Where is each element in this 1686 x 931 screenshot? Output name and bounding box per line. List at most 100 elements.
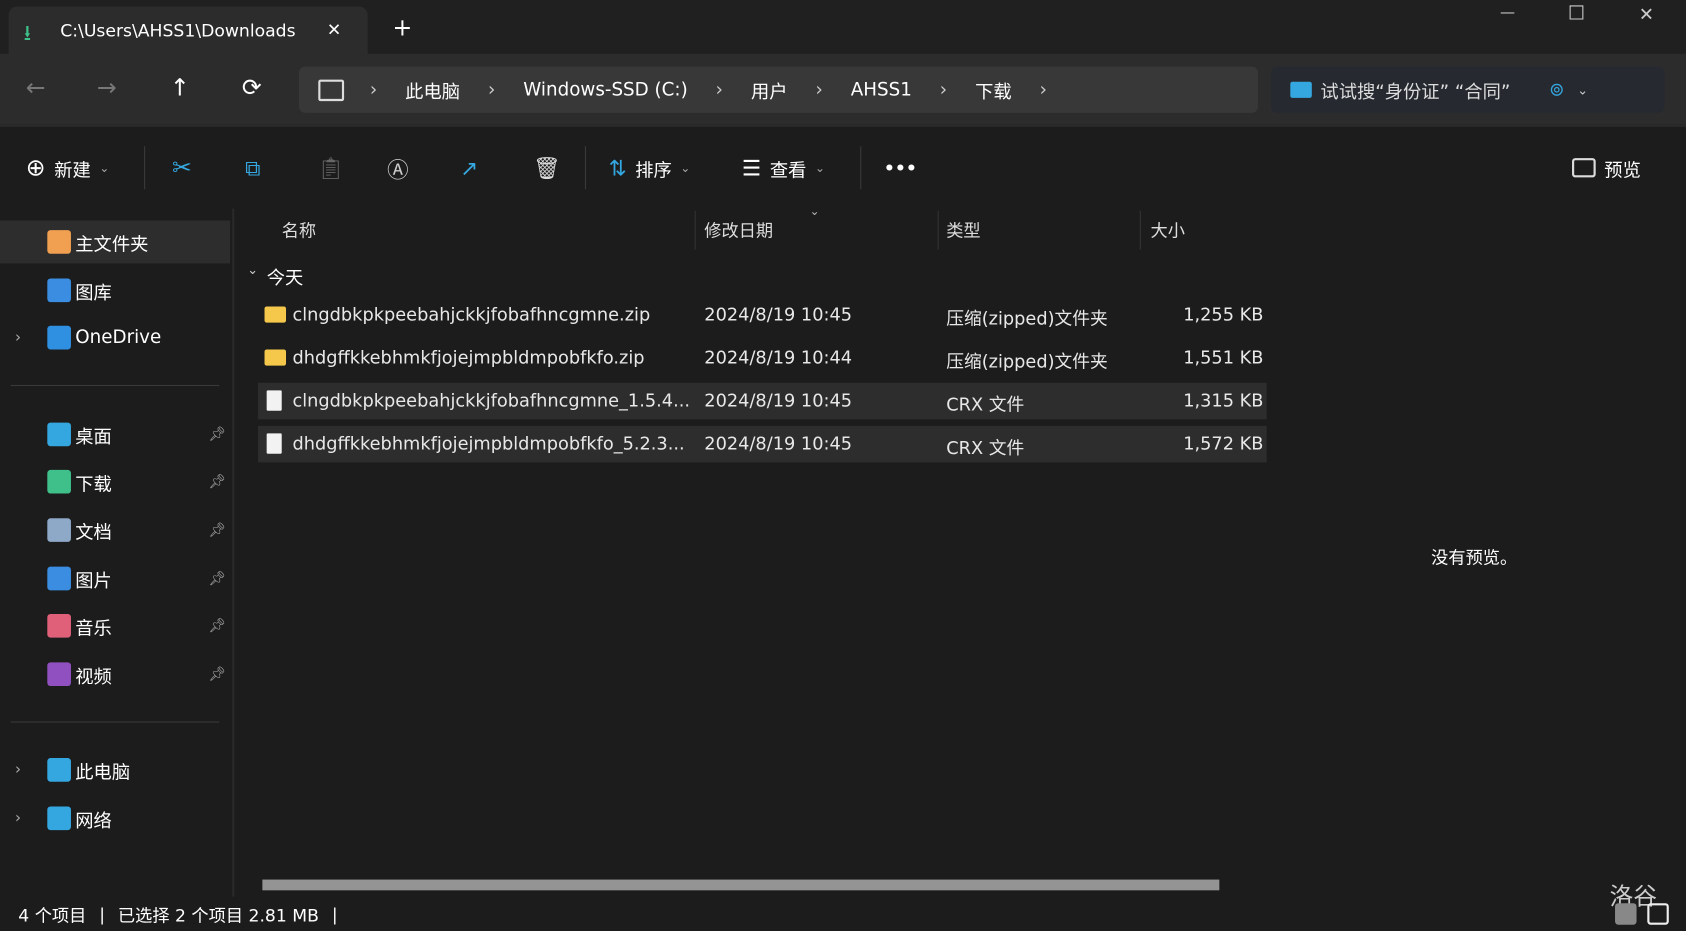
rename-icon[interactable]: Ⓐ bbox=[387, 151, 409, 185]
view-button[interactable]: ☰ 查看 ⌄ bbox=[742, 151, 825, 185]
chevron-icon: › bbox=[815, 79, 823, 101]
paste-icon[interactable]: 📋︎ bbox=[317, 151, 344, 185]
sidebar-item-this-pc[interactable]: › 此电脑 bbox=[0, 748, 230, 791]
file-name: clngdbkpkpeebahjckkjfobafhncgmne_1.5.4..… bbox=[292, 390, 690, 411]
sidebar-item-gallery[interactable]: 图库 bbox=[0, 269, 230, 312]
sidebar-item-onedrive[interactable]: › OneDrive bbox=[0, 316, 230, 359]
file-date: 2024/8/19 10:45 bbox=[704, 433, 853, 454]
expand-chevron-icon[interactable]: › bbox=[15, 810, 21, 827]
forward-button[interactable]: → bbox=[97, 75, 117, 102]
zip-folder-icon bbox=[264, 349, 287, 366]
pin-icon[interactable]: 📌︎ bbox=[209, 522, 227, 538]
plus-circle-icon: ⊕ bbox=[25, 154, 46, 182]
expand-chevron-icon[interactable]: › bbox=[15, 329, 21, 346]
delete-icon[interactable]: 🗑︎ bbox=[533, 151, 560, 185]
maximize-button[interactable]: ☐ bbox=[1568, 2, 1585, 25]
sort-indicator-icon: ⌄ bbox=[809, 204, 820, 219]
breadcrumb-user[interactable]: AHSS1 bbox=[851, 79, 912, 101]
more-options-button[interactable]: ••• bbox=[884, 151, 917, 185]
group-header-today[interactable]: ⌄ 今天 bbox=[247, 262, 303, 289]
sidebar-item-home[interactable]: 主文件夹 bbox=[0, 220, 231, 264]
breadcrumb-this-pc[interactable]: 此电脑 bbox=[405, 76, 460, 104]
sort-icon: ⇅ bbox=[608, 154, 627, 181]
download-icon: ⭳ bbox=[23, 19, 32, 46]
pictures-icon bbox=[47, 566, 71, 591]
breadcrumb-downloads[interactable]: 下载 bbox=[975, 76, 1012, 104]
file-icon bbox=[266, 433, 282, 454]
column-header-name[interactable]: 名称 bbox=[282, 209, 316, 250]
copy-icon[interactable]: ⧉ bbox=[245, 151, 260, 185]
gallery-icon bbox=[47, 278, 71, 303]
home-icon bbox=[47, 230, 71, 254]
file-name: dhdgffkkebhmkfjojejmpbldmpobfkfo.zip bbox=[292, 347, 645, 368]
chevron-icon: › bbox=[487, 79, 496, 101]
chevron-icon: › bbox=[1039, 79, 1047, 101]
pin-icon[interactable]: 📌︎ bbox=[209, 426, 227, 442]
chevron-icon: › bbox=[939, 79, 948, 101]
file-date: 2024/8/19 10:45 bbox=[704, 390, 853, 411]
preview-pane-button[interactable]: 预览 bbox=[1572, 151, 1641, 185]
pin-icon[interactable]: 📌︎ bbox=[209, 618, 227, 634]
videos-icon bbox=[47, 662, 71, 687]
search-box[interactable]: 试试搜“身份证” “合同” ⊚ ⌄ bbox=[1270, 66, 1665, 113]
pin-icon[interactable]: 📌︎ bbox=[209, 666, 227, 682]
close-tab-button[interactable]: ✕ bbox=[327, 19, 341, 39]
sidebar-item-download[interactable]: 下载 📌︎ bbox=[0, 460, 230, 503]
pin-icon[interactable]: 📌︎ bbox=[209, 570, 227, 586]
sidebar-item-desktop[interactable]: 桌面 📌︎ bbox=[0, 413, 230, 456]
sidebar-item-network[interactable]: › 网络 bbox=[0, 797, 230, 840]
up-button[interactable]: ↑ bbox=[170, 75, 190, 102]
sidebar-item-videos[interactable]: 视频 📌︎ bbox=[0, 653, 230, 696]
file-size: 1,572 KB bbox=[1183, 433, 1264, 454]
breadcrumb-drive[interactable]: Windows-SSD (C:) bbox=[523, 79, 687, 101]
chevron-down-icon[interactable]: ⌄ bbox=[1577, 82, 1588, 97]
network-icon bbox=[47, 806, 71, 831]
sidebar-item-documents[interactable]: 文档 📌︎ bbox=[0, 509, 230, 552]
column-header-date[interactable]: 修改日期 bbox=[704, 209, 773, 250]
minimize-button[interactable]: — bbox=[1500, 4, 1515, 21]
file-date: 2024/8/19 10:44 bbox=[704, 347, 853, 368]
download-icon bbox=[47, 469, 71, 494]
close-window-button[interactable]: ✕ bbox=[1639, 4, 1654, 26]
pin-icon[interactable]: 📌︎ bbox=[209, 474, 227, 490]
share-icon[interactable]: ↗ bbox=[460, 151, 478, 185]
details-view-icon[interactable] bbox=[1615, 903, 1637, 925]
chevron-icon: › bbox=[369, 79, 378, 101]
horizontal-scrollbar[interactable] bbox=[262, 879, 1220, 891]
refresh-button[interactable]: ⟳ bbox=[242, 75, 262, 102]
cut-icon[interactable]: ✂ bbox=[172, 151, 192, 185]
sidebar-item-music[interactable]: 音乐 📌︎ bbox=[0, 604, 230, 647]
file-type: 压缩(zipped)文件夹 bbox=[946, 351, 1108, 373]
file-type: 压缩(zipped)文件夹 bbox=[946, 308, 1108, 330]
new-button[interactable]: ⊕ 新建 ⌄ bbox=[26, 151, 110, 185]
column-header-size[interactable]: 大小 bbox=[1151, 209, 1185, 250]
sidebar-item-pictures[interactable]: 图片 📌︎ bbox=[0, 557, 230, 600]
back-button[interactable]: ← bbox=[26, 75, 46, 102]
breadcrumb-users[interactable]: 用户 bbox=[751, 76, 788, 104]
file-row[interactable]: dhdgffkkebhmkfjojejmpbldmpobfkfo_5.2.3..… bbox=[258, 425, 1267, 463]
desktop-icon bbox=[47, 422, 71, 447]
expand-chevron-icon[interactable]: › bbox=[15, 761, 21, 778]
item-count: 4 个项目 bbox=[18, 905, 87, 926]
address-bar[interactable]: › 此电脑 › Windows-SSD (C:) › 用户 › AHSS1 › … bbox=[298, 66, 1259, 113]
file-row[interactable]: clngdbkpkpeebahjckkjfobafhncgmne_1.5.4..… bbox=[258, 382, 1267, 420]
this-pc-icon bbox=[47, 758, 71, 782]
column-header-type[interactable]: 类型 bbox=[946, 209, 980, 250]
tiles-view-icon[interactable] bbox=[1647, 903, 1669, 925]
view-list-icon: ☰ bbox=[741, 154, 762, 181]
file-name: dhdgffkkebhmkfjojejmpbldmpobfkfo_5.2.3..… bbox=[292, 433, 685, 454]
tab-downloads[interactable]: ⭳ C:\Users\AHSS1\Downloads ✕ bbox=[8, 6, 368, 59]
file-row[interactable]: dhdgffkkebhmkfjojejmpbldmpobfkfo.zip 202… bbox=[258, 340, 1267, 377]
file-size: 1,551 KB bbox=[1183, 347, 1264, 368]
onedrive-icon bbox=[47, 325, 71, 350]
file-row[interactable]: clngdbkpkpeebahjckkjfobafhncgmne.zip 202… bbox=[258, 297, 1267, 334]
file-type: CRX 文件 bbox=[946, 394, 1025, 416]
search-icon[interactable]: ⊚ bbox=[1549, 79, 1564, 101]
search-input[interactable]: 试试搜“身份证” “合同” bbox=[1320, 76, 1510, 104]
chevron-icon: › bbox=[715, 79, 724, 101]
file-date: 2024/8/19 10:45 bbox=[704, 304, 853, 325]
sort-button[interactable]: ⇅ 排序 ⌄ bbox=[609, 151, 691, 185]
new-tab-button[interactable]: + bbox=[392, 15, 412, 42]
file-size: 1,315 KB bbox=[1183, 390, 1264, 411]
zip-folder-icon bbox=[264, 306, 287, 323]
